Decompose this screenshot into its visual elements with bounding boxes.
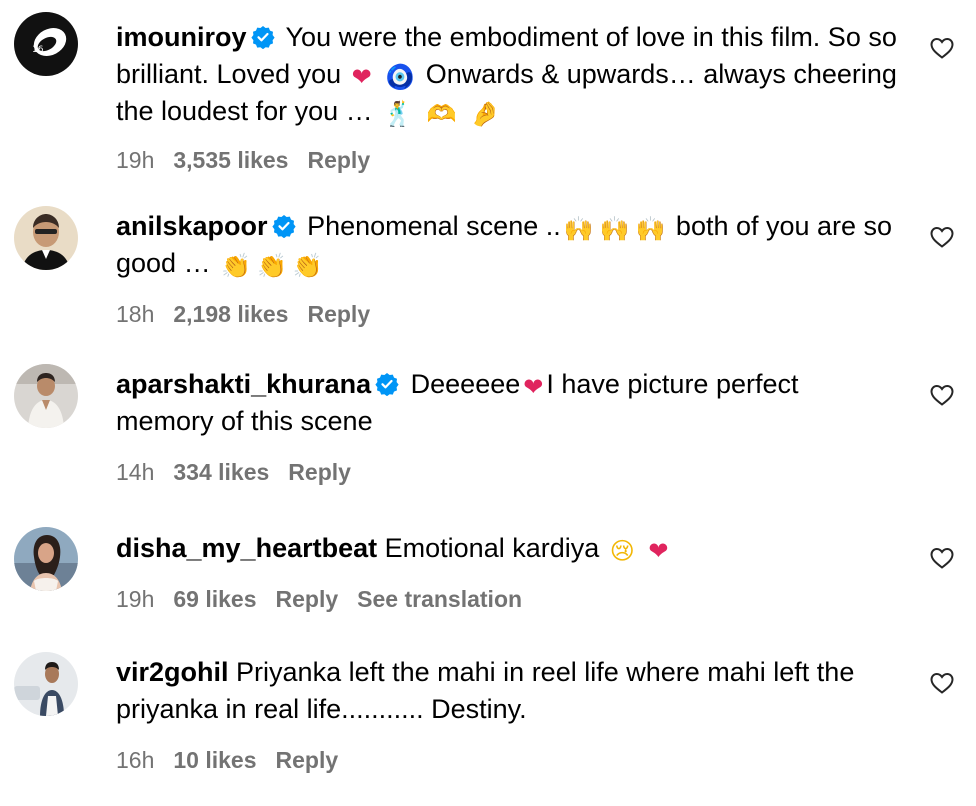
comment-time: 19h	[116, 586, 155, 612]
username[interactable]: disha_my_heartbeat	[116, 533, 377, 563]
comment-meta: 19h 69 likes Reply See translation	[116, 586, 541, 613]
reply-button[interactable]: Reply	[307, 301, 370, 327]
red-heart-emoji: ❤	[523, 373, 544, 401]
comment-meta: 16h 10 likes Reply	[116, 747, 357, 774]
heart-outline-icon	[930, 226, 954, 248]
avatar[interactable]	[14, 206, 78, 270]
comment-time: 16h	[116, 747, 155, 773]
comment-body: aparshakti_khurana Deeeeee ❤ I have pictur…	[116, 366, 898, 440]
comment-time: 19h	[116, 147, 155, 173]
nazar-amulet-emoji: 🧿	[385, 63, 416, 91]
like-button[interactable]	[929, 225, 955, 249]
avatar[interactable]	[14, 527, 78, 591]
clapping-hands-emoji: 👏	[292, 252, 323, 280]
username[interactable]: anilskapoor	[116, 211, 268, 241]
comment-body: imouniroy You were the embodiment of lov…	[116, 19, 898, 130]
comment-text: Deeeeee	[410, 369, 521, 399]
comment-body: disha_my_heartbeat Emotional kardiya 😢 ❤	[116, 530, 898, 567]
dancing-man-emoji: 🕺	[383, 100, 414, 128]
likes-count[interactable]: 334 likes	[173, 459, 269, 485]
reply-button[interactable]: Reply	[276, 747, 339, 773]
raising-hands-emoji: 🙌	[635, 215, 666, 243]
like-button[interactable]	[929, 671, 955, 695]
verified-badge-icon	[250, 25, 275, 49]
svg-text:16: 16	[32, 45, 44, 55]
avatar[interactable]	[14, 364, 78, 428]
clapping-hands-emoji: 👏	[256, 252, 287, 280]
raising-hands-emoji: 🙌	[563, 215, 594, 243]
likes-count[interactable]: 69 likes	[173, 586, 256, 612]
heart-hands-emoji: 🫶	[426, 100, 457, 128]
avatar[interactable]: 16	[14, 12, 78, 76]
reply-button[interactable]: Reply	[307, 147, 370, 173]
heart-outline-icon	[930, 547, 954, 569]
comment-time: 14h	[116, 459, 155, 485]
comment-time: 18h	[116, 301, 155, 327]
likes-count[interactable]: 3,535 likes	[173, 147, 288, 173]
crying-face-emoji: 😢	[609, 537, 635, 565]
heart-outline-icon	[930, 672, 954, 694]
red-heart-emoji: ❤	[351, 63, 372, 91]
heart-outline-icon	[930, 37, 954, 59]
username[interactable]: aparshakti_khurana	[116, 369, 371, 399]
comment-meta: 14h 334 likes Reply	[116, 459, 370, 486]
heart-outline-icon	[930, 384, 954, 406]
username[interactable]: vir2gohil	[116, 657, 229, 687]
like-button[interactable]	[929, 546, 955, 570]
clapping-hands-emoji: 👏	[221, 252, 251, 280]
likes-count[interactable]: 10 likes	[173, 747, 256, 773]
comment-body: vir2gohil Priyanka left the mahi in reel…	[116, 654, 898, 728]
likes-count[interactable]: 2,198 likes	[173, 301, 288, 327]
comment-body: anilskapoor Phenomenal scene .. 🙌 🙌 🙌 both …	[116, 208, 898, 282]
comment-text: Emotional kardiya	[384, 533, 600, 563]
username[interactable]: imouniroy	[116, 22, 247, 52]
comment-meta: 19h 3,535 likes Reply	[116, 147, 389, 174]
avatar[interactable]	[14, 652, 78, 716]
see-translation-button[interactable]: See translation	[357, 586, 522, 612]
raising-hands-emoji: 🙌	[599, 215, 630, 243]
pinched-fingers-emoji: 🤌	[469, 100, 500, 128]
reply-button[interactable]: Reply	[276, 586, 339, 612]
comment-text: Phenomenal scene ..	[307, 211, 561, 241]
reply-button[interactable]: Reply	[288, 459, 351, 485]
verified-badge-icon	[271, 214, 296, 238]
like-button[interactable]	[929, 36, 955, 60]
like-button[interactable]	[929, 383, 955, 407]
comment-meta: 18h 2,198 likes Reply	[116, 301, 389, 328]
red-heart-emoji: ❤	[648, 537, 669, 565]
verified-badge-icon	[375, 372, 399, 396]
